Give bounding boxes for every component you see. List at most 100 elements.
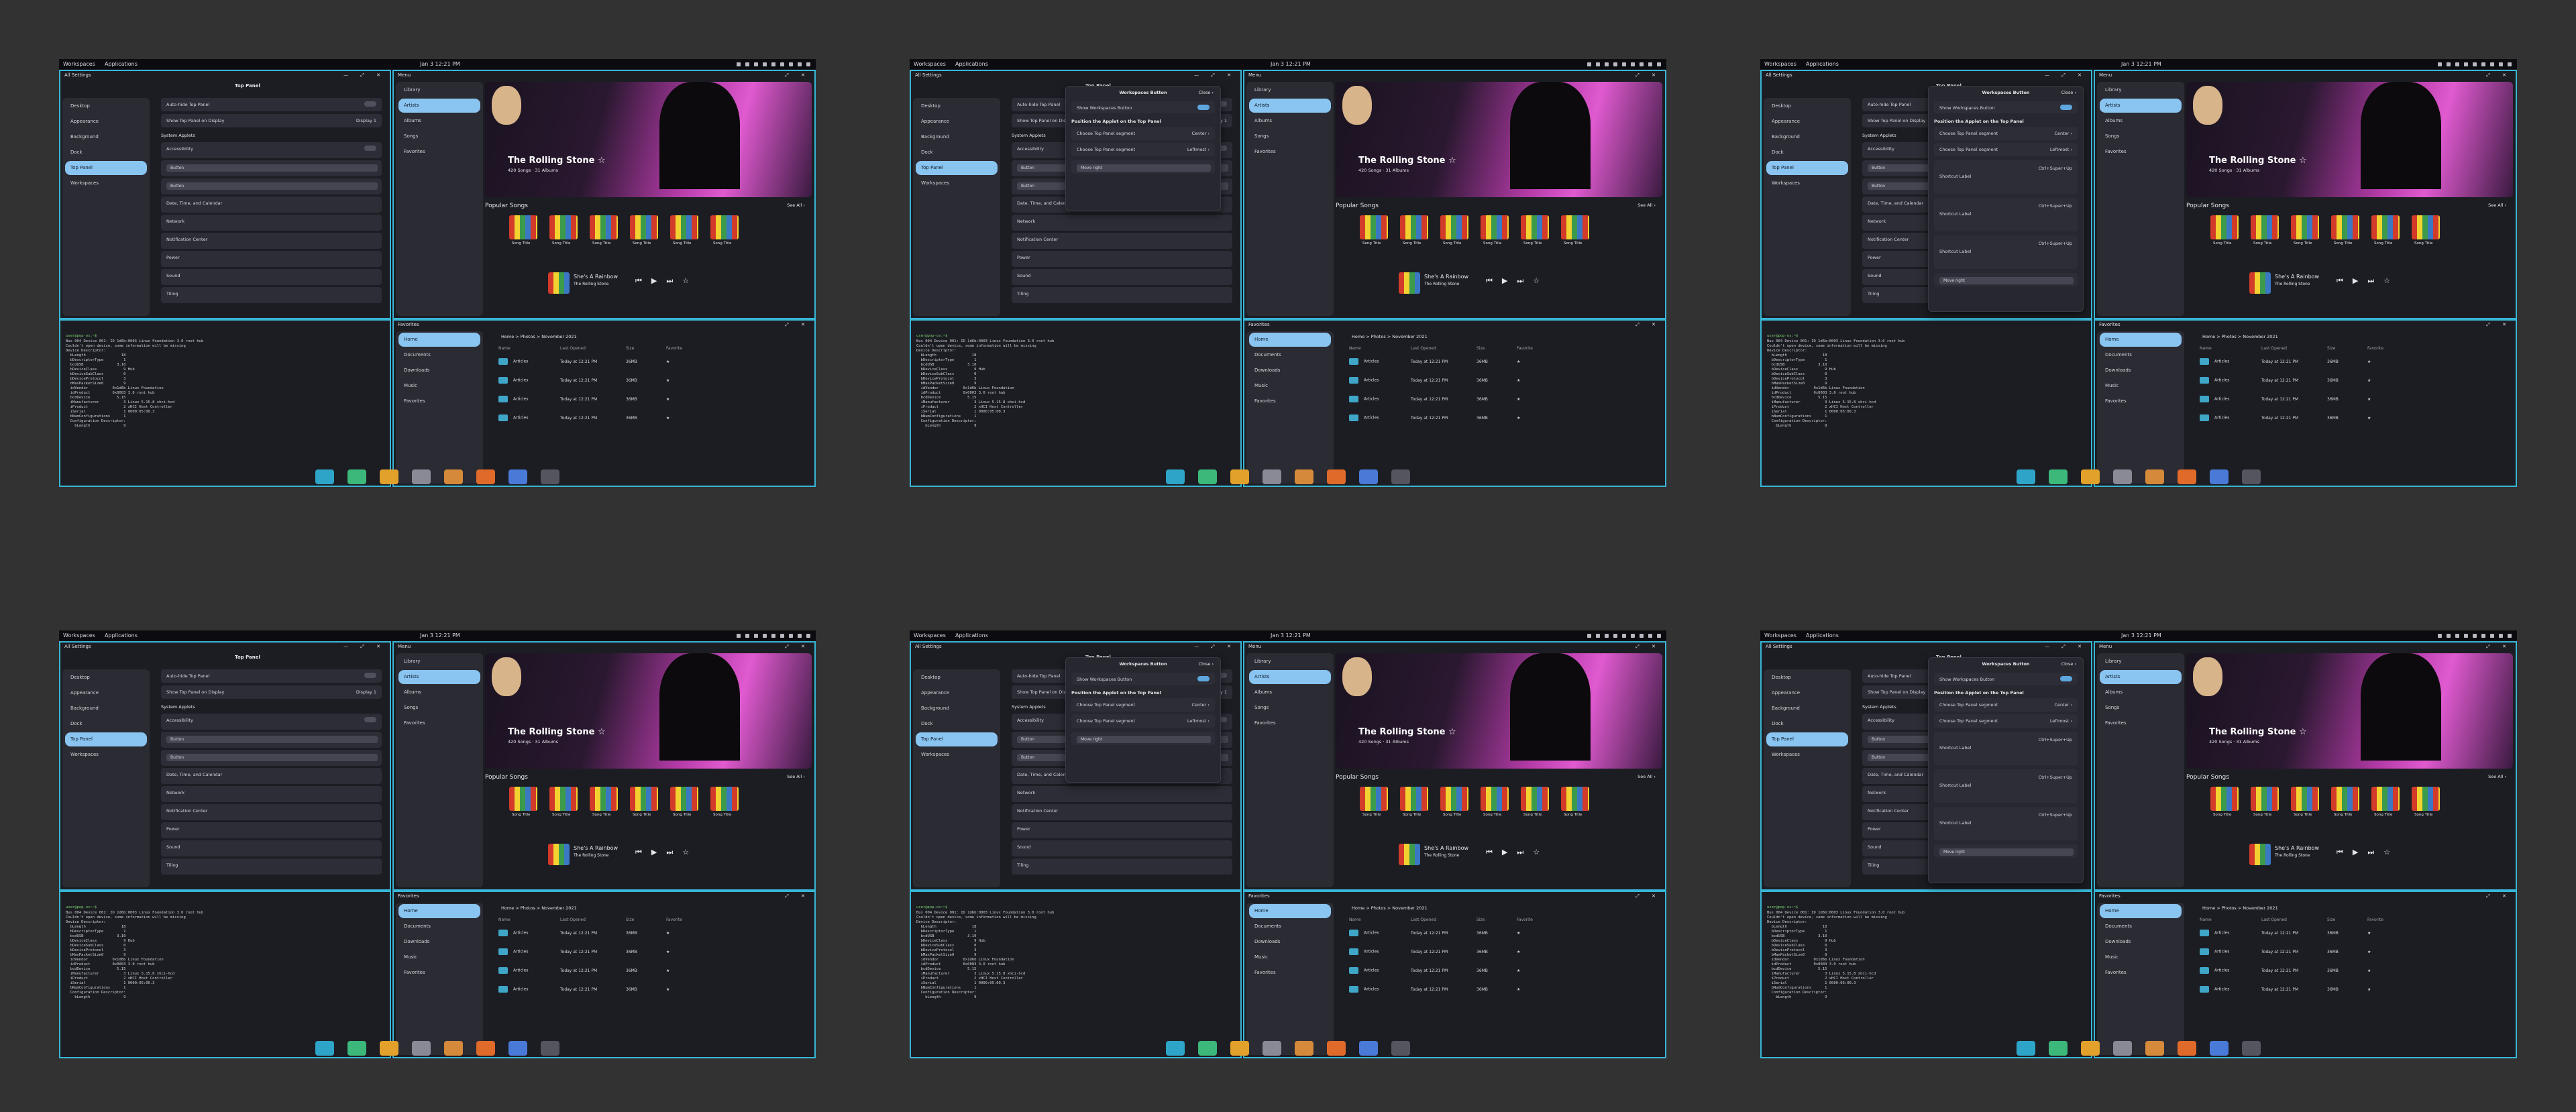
song-card[interactable] [2210,215,2239,239]
song-card[interactable] [1561,215,1589,239]
button-chip[interactable]: Button [166,754,378,761]
music-nav-albums[interactable]: Albums [1249,685,1331,700]
applications-button[interactable]: Applications [105,61,138,67]
favorite-star-icon[interactable]: ★ [2367,359,2371,364]
dock-app-icon[interactable] [2017,1041,2035,1056]
applet-row[interactable]: BluetoothButton [161,178,382,194]
refine-row[interactable]: Refine PositionMove leftMove right [1071,160,1215,174]
window-controls[interactable]: — ⤢ ✕ [2045,644,2087,650]
applet-row[interactable]: Accessibility [161,142,382,158]
music-nav-albums[interactable]: Albums [2100,114,2182,128]
song-card[interactable] [710,787,739,811]
music-nav-favorites[interactable]: Favorites [2100,145,2182,159]
dock-app-icon[interactable] [1295,1041,1313,1056]
files-nav-documents[interactable]: Documents [398,920,480,934]
move-right-button[interactable]: Move right [1077,164,1211,172]
all-settings-label[interactable]: All Settings [1766,644,1792,649]
segment-value[interactable]: Leftmost › [2050,147,2072,152]
applet-row[interactable]: BluetoothButton [161,750,382,766]
dock-app-icon[interactable] [2242,1041,2261,1056]
music-nav-favorites[interactable]: Favorites [398,716,480,730]
files-nav-music[interactable]: Music [2100,379,2182,393]
dock-app-icon[interactable] [541,1041,559,1056]
segment-row[interactable]: Choose Top Panel segment Leftmost › [1934,714,2078,728]
window-controls[interactable]: ⤢ ✕ [785,322,810,328]
favorite-star-icon[interactable]: ★ [1517,950,1520,954]
sidebar-item-dock[interactable]: Dock [916,146,998,160]
dock-app-icon[interactable] [2017,469,2035,484]
tray-icon[interactable] [1648,62,1652,66]
applet-row[interactable]: Network [161,215,382,231]
dock-app-icon[interactable] [2081,1041,2100,1056]
tray-icon[interactable] [737,62,741,66]
music-nav-songs[interactable]: Songs [398,129,480,144]
song-card[interactable] [1481,215,1509,239]
sidebar-item-top-panel[interactable]: Top Panel [65,732,147,746]
favorite-star-icon[interactable]: ★ [666,931,669,936]
sidebar-item-workspaces[interactable]: Workspaces [1766,176,1848,190]
tray-icon[interactable] [1605,634,1609,638]
sidebar-item-top-panel[interactable]: Top Panel [1766,161,1848,175]
breadcrumb[interactable]: Home > Photos > November 2021 [2202,334,2278,339]
files-nav-documents[interactable]: Documents [1249,920,1331,934]
all-settings-label[interactable]: All Settings [915,72,942,78]
dock-app-icon[interactable] [1198,1041,1217,1056]
favorite-star-icon[interactable]: ★ [1517,968,1520,973]
tray-icon[interactable] [1596,62,1600,66]
all-settings-label[interactable]: All Settings [64,644,91,649]
music-nav-artists[interactable]: Artists [1249,670,1331,684]
applet-row[interactable]: Tiling [1012,858,1232,875]
tray-icon[interactable] [745,634,749,638]
files-nav-music[interactable]: Music [1249,379,1331,393]
toggle-switch[interactable] [364,673,376,678]
workspaces-button[interactable]: Workspaces [914,61,946,67]
see-all-link[interactable]: See All › [1638,203,1656,208]
applications-button[interactable]: Applications [1806,61,1839,67]
toggle-switch[interactable] [364,101,376,107]
window-controls[interactable]: ⤢ ✕ [785,644,810,650]
toggle-switch[interactable] [2060,676,2072,681]
window-controls[interactable]: — ⤢ ✕ [2045,72,2087,78]
table-row[interactable]: Articles Today at 12:21 PM 36MB ★ [498,377,810,389]
files-nav-downloads[interactable]: Downloads [398,364,480,378]
workspaces-button[interactable]: Workspaces [1764,632,1796,638]
tray-icon[interactable] [2481,62,2485,66]
table-row[interactable]: Articles Today at 12:21 PM 36MB ★ [498,986,810,998]
music-nav-albums[interactable]: Albums [398,114,480,128]
window-controls[interactable]: — ⤢ ✕ [1194,644,1236,650]
segment-value[interactable]: Center › [1191,131,1210,136]
segment-row[interactable]: Choose Top Panel segment Center › [1071,127,1215,140]
dock-app-icon[interactable] [444,469,463,484]
dock-app-icon[interactable] [1198,469,1217,484]
table-row[interactable]: Articles Today at 12:21 PM 36MB ★ [1349,948,1661,960]
button-chip[interactable]: Button [166,736,378,743]
table-row[interactable]: Articles Today at 12:21 PM 36MB ★ [498,967,810,979]
dock-app-icon[interactable] [2081,469,2100,484]
menu-label[interactable]: Menu [398,72,411,78]
song-card[interactable] [670,215,698,239]
favorite-star-icon[interactable]: ★ [1517,378,1520,383]
show-workspaces-row[interactable]: Show Workspaces Button [1934,101,2078,113]
sidebar-item-background[interactable]: Background [65,702,147,716]
music-nav-songs[interactable]: Songs [2100,701,2182,715]
favorites-label[interactable]: Favorites [398,893,419,899]
dock-app-icon[interactable] [1263,469,1281,484]
dock-app-icon[interactable] [2210,1041,2229,1056]
applet-row[interactable]: Network [1012,786,1232,802]
dock-app-icon[interactable] [412,1041,431,1056]
dock-app-icon[interactable] [444,1041,463,1056]
display-select[interactable]: Display 1 [356,118,376,123]
tray-icon[interactable] [1587,634,1591,638]
tray-icon[interactable] [2473,62,2477,66]
setting-row[interactable]: Auto-hide Top Panel [161,669,382,683]
music-nav-library[interactable]: Library [1249,655,1331,669]
move-right-button[interactable]: Move right [1939,848,2074,856]
files-nav-favorites[interactable]: Favorites [398,966,480,980]
move-right-button[interactable]: Move right [1939,277,2074,284]
song-card[interactable] [2291,215,2319,239]
dock-app-icon[interactable] [1295,469,1313,484]
column-header[interactable]: Name [498,918,511,922]
toggle-switch[interactable] [1197,105,1210,110]
segment-row[interactable]: Choose Top Panel segment Leftmost › [1071,714,1215,728]
song-card[interactable] [1521,787,1549,811]
